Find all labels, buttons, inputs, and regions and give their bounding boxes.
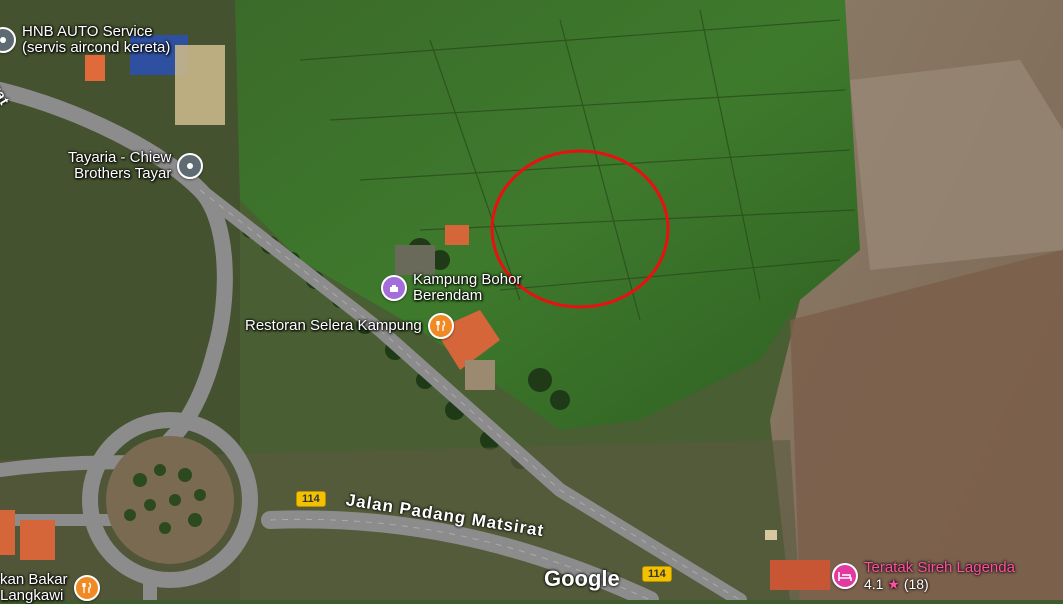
landmark-icon [381,275,407,301]
poi-label: Teratak Sireh Lagenda 4.1 ★ (18) [864,559,1015,593]
poi-label: Restoran Selera Kampung [245,317,422,334]
satellite-map[interactable] [0,0,1063,600]
poi-label: Tayaria - Chiew Brothers Tayar [68,149,172,182]
poi-hnb-auto-service[interactable]: HNB AUTO Service (servis aircond kereta) [0,24,170,56]
restaurant-icon [73,575,100,601]
poi-teratak-sireh-lagenda[interactable]: Teratak Sireh Lagenda 4.1 ★ (18) [832,560,1015,592]
lodging-icon [832,563,858,589]
poi-rating: 4.1 ★ (18) [864,576,929,592]
poi-ikan-bakar-langkawi[interactable]: kan Bakar Langkawi [0,572,100,604]
poi-kampung-bohor-berendam[interactable]: Kampung Bohor Berendam [381,272,521,304]
poi-tayaria[interactable]: Tayaria - Chiew Brothers Tayar [68,149,204,182]
star-icon: ★ [887,576,900,592]
poi-label: Kampung Bohor Berendam [413,271,522,304]
google-logo: Google [544,566,620,591]
tyre-shop-icon [177,153,204,179]
poi-label: HNB AUTO Service (servis aircond kereta) [22,23,171,56]
restaurant-icon [427,313,454,339]
route-shield-114[interactable]: 114 [296,491,326,507]
poi-restoran-selera-kampung[interactable]: Restoran Selera Kampung [245,313,454,339]
route-shield-114[interactable]: 114 [642,566,672,582]
poi-label: kan Bakar Langkawi [0,571,68,604]
car-service-icon [0,27,16,53]
